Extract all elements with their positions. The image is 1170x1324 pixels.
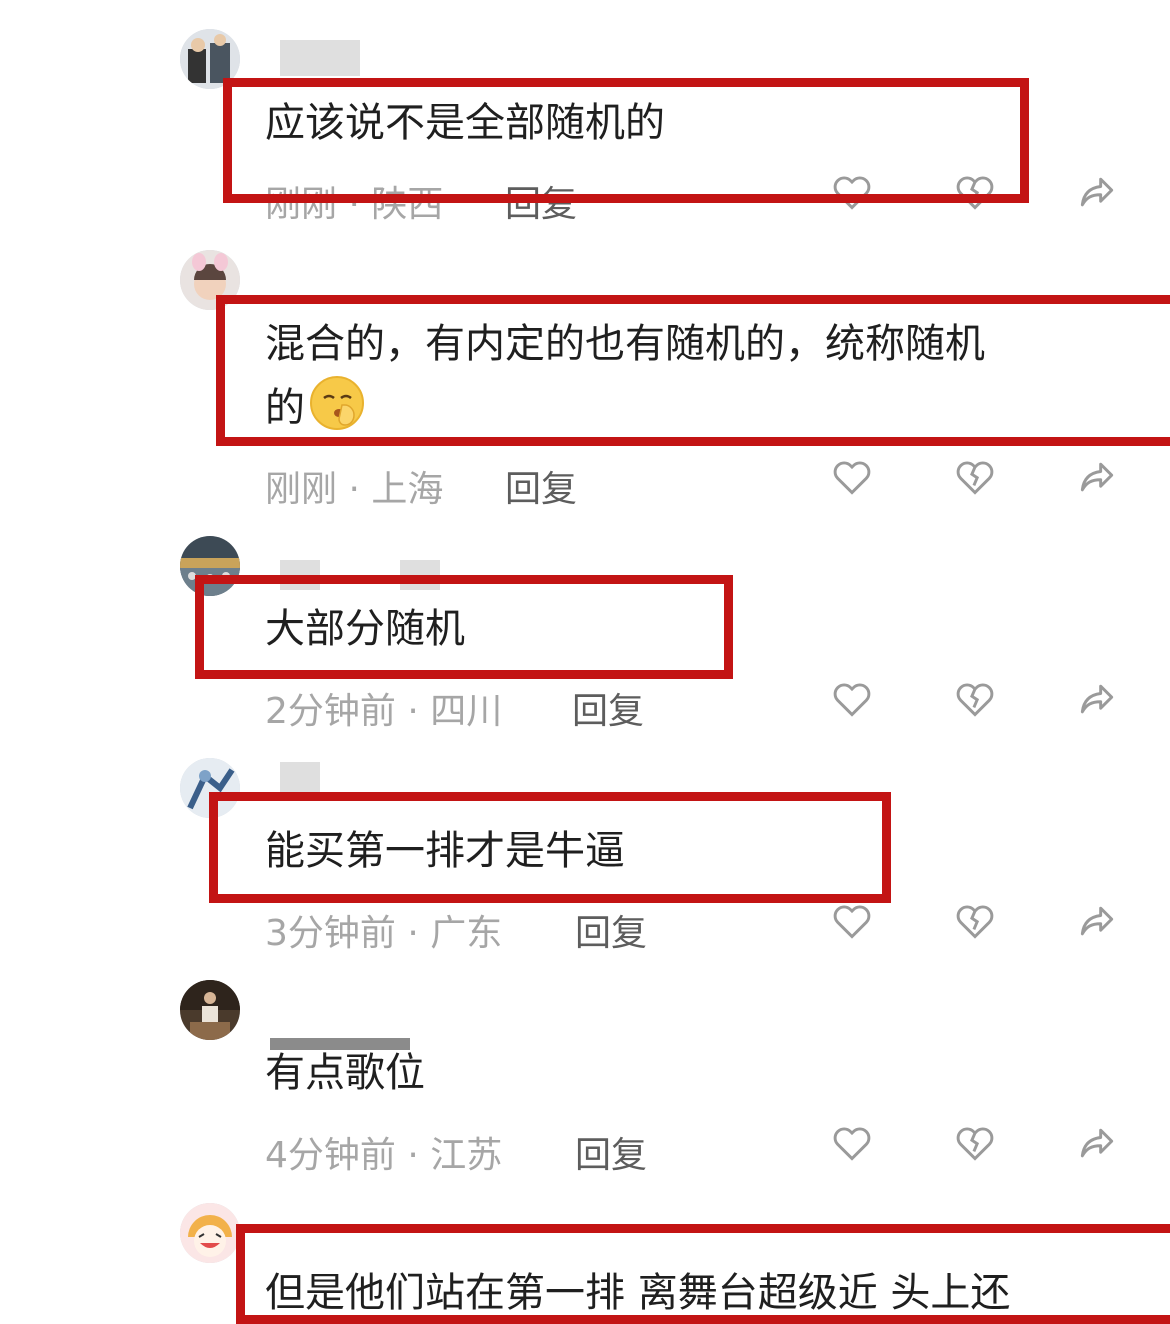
comment-location: 上海 <box>371 469 444 510</box>
highlight-box <box>216 295 1170 446</box>
meta-separator: · <box>395 1135 431 1176</box>
avatar[interactable] <box>180 980 240 1040</box>
heart-outline-icon[interactable] <box>830 677 874 721</box>
comment-time: 3分钟前 <box>265 913 396 954</box>
share-arrow-icon[interactable] <box>1075 170 1119 214</box>
broken-heart-icon[interactable] <box>953 677 997 721</box>
highlight-box <box>195 575 733 679</box>
heart-outline-icon[interactable] <box>830 1121 874 1165</box>
broken-heart-icon[interactable] <box>953 455 997 499</box>
username-blur <box>280 762 320 794</box>
comment-location: 广东 <box>430 913 503 954</box>
comment-meta: 4分钟前 · 江苏 <box>265 1126 502 1178</box>
comment-meta: 刚刚 · 上海 <box>265 460 443 512</box>
username-blur <box>280 40 360 76</box>
reply-button[interactable]: 回复 <box>575 1126 647 1178</box>
reply-button[interactable]: 回复 <box>575 904 647 956</box>
comment-time: 4分钟前 <box>265 1135 396 1176</box>
comment-text: 有点歌位 <box>265 1050 425 1096</box>
share-arrow-icon[interactable] <box>1075 455 1119 499</box>
highlight-box <box>223 78 1029 203</box>
heart-outline-icon[interactable] <box>830 899 874 943</box>
share-arrow-icon[interactable] <box>1075 1121 1119 1165</box>
reply-button[interactable]: 回复 <box>572 682 644 734</box>
comment-location: 江苏 <box>430 1135 503 1176</box>
share-arrow-icon[interactable] <box>1075 899 1119 943</box>
heart-outline-icon[interactable] <box>830 455 874 499</box>
highlight-box <box>209 792 891 903</box>
comment-time: 刚刚 <box>265 469 338 510</box>
comment-time: 2分钟前 <box>265 691 396 732</box>
broken-heart-icon[interactable] <box>953 899 997 943</box>
avatar[interactable] <box>180 1203 240 1263</box>
comment-meta: 3分钟前 · 广东 <box>265 904 502 956</box>
broken-heart-icon[interactable] <box>953 1121 997 1165</box>
share-arrow-icon[interactable] <box>1075 677 1119 721</box>
meta-separator: · <box>395 913 431 954</box>
meta-separator: · <box>395 691 431 732</box>
reply-button[interactable]: 回复 <box>505 460 577 512</box>
highlight-box <box>236 1224 1170 1324</box>
meta-separator: · <box>337 469 372 510</box>
comment-meta: 2分钟前 · 四川 <box>265 682 502 734</box>
comment-location: 四川 <box>430 691 503 732</box>
